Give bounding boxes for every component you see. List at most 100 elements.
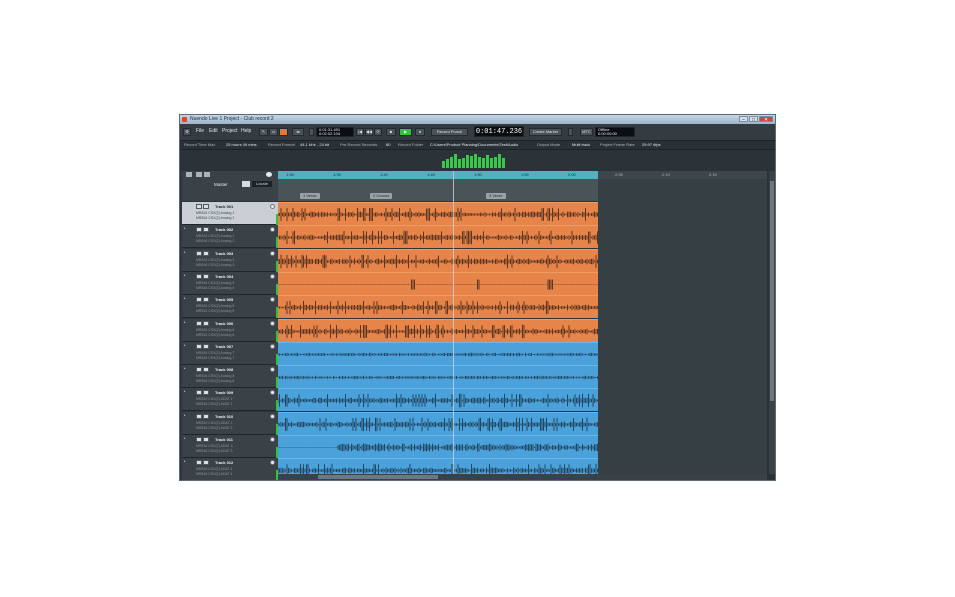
mute-icon[interactable] — [196, 251, 202, 256]
pointer-tool-icon[interactable]: ↖ — [259, 128, 268, 136]
minimize-button[interactable]: – — [739, 116, 748, 123]
audio-event[interactable] — [278, 435, 598, 458]
track-expand-icon[interactable]: ▸ — [184, 343, 193, 347]
track-expand-icon[interactable]: ▸ — [184, 296, 193, 300]
track-header[interactable]: ▸ Track 010 MR816 CSX(2) ADAT 2 MR816 CSX(2… — [182, 412, 278, 435]
stop-icon[interactable]: ■ — [386, 128, 396, 136]
rewind-icon[interactable]: ◀◀ — [365, 128, 373, 136]
track-expand-icon[interactable]: ▸ — [184, 226, 193, 230]
record-punch-button[interactable]: Record Punch — [431, 128, 468, 136]
record-enable-icon[interactable] — [270, 437, 275, 442]
monitor-icon[interactable] — [203, 437, 209, 442]
mute-icon[interactable] — [196, 204, 202, 209]
track-header[interactable]: ▸ Track 012 MR816 CSX(2) ADAT 4 MR816 CSX(2… — [182, 458, 278, 480]
track-header[interactable]: ▸ Track 008 MR816 CSX(2) Analog 8 MR816 CSX… — [182, 365, 278, 388]
track-header[interactable]: ▸ Track 001 MR816 CSX(2) Analog 1 MR816 CSX… — [182, 202, 278, 225]
record-all-icon[interactable] — [266, 172, 272, 177]
expand-icon[interactable] — [186, 172, 192, 177]
monitor-icon[interactable] — [203, 227, 209, 232]
horizontal-scroll-thumb[interactable] — [318, 475, 438, 479]
range-tool-icon[interactable]: ▭ — [269, 128, 278, 136]
horizontal-scrollbar[interactable] — [278, 474, 767, 480]
vertical-scroll-thumb[interactable] — [770, 181, 774, 401]
mute-icon[interactable] — [196, 414, 202, 419]
cycle-icon[interactable]: ⟳ — [374, 128, 382, 136]
mute-icon[interactable] — [196, 344, 202, 349]
settings-gear-icon[interactable]: ⚙ — [183, 128, 191, 136]
close-button[interactable]: ✕ — [759, 116, 773, 123]
audio-event[interactable] — [278, 225, 598, 248]
track-header[interactable]: ▸ Track 007 MR816 CSX(2) Analog 7 MR816 CSX… — [182, 342, 278, 365]
record-enable-icon[interactable] — [270, 344, 275, 349]
filter-icon[interactable] — [196, 172, 202, 177]
menu-file[interactable]: File — [196, 127, 204, 136]
audio-event[interactable] — [278, 202, 598, 225]
track-expand-icon[interactable]: ▸ — [184, 459, 193, 463]
audio-event[interactable] — [278, 388, 598, 411]
track-expand-icon[interactable]: ▸ — [184, 273, 193, 277]
record-enable-icon[interactable] — [270, 251, 275, 256]
monitor-icon[interactable] — [203, 321, 209, 326]
go-to-start-icon[interactable]: |◀ — [356, 128, 364, 136]
record-enable-icon[interactable] — [270, 297, 275, 302]
track-header[interactable]: ▸ Track 006 MR816 CSX(2) Analog 6 MR816 CSX… — [182, 319, 278, 342]
vertical-scrollbar[interactable] — [769, 171, 775, 474]
mute-icon[interactable] — [196, 227, 202, 232]
track-header[interactable]: ▸ Track 011 MR816 CSX(2) ADAT 3 MR816 CSX(2… — [182, 435, 278, 458]
record-enable-icon[interactable] — [270, 321, 275, 326]
record-enable-icon[interactable] — [270, 367, 275, 372]
record-icon[interactable]: ● — [415, 128, 425, 136]
mute-icon[interactable] — [196, 274, 202, 279]
maximize-button[interactable]: □ — [749, 116, 758, 123]
mute-icon[interactable] — [196, 460, 202, 465]
monitor-icon[interactable] — [203, 204, 209, 209]
track-header[interactable]: ▸ Track 003 MR816 CSX(2) Analog 3 MR816 CSX… — [182, 249, 278, 272]
marker-arrow-icon[interactable] — [568, 128, 573, 136]
snap-icon[interactable]: ⇆ — [292, 128, 304, 136]
menu-edit[interactable]: Edit — [209, 127, 218, 136]
mute-icon[interactable] — [196, 367, 202, 372]
track-header[interactable]: ▸ Track 002 MR816 CSX(2) Analog 2 MR816 CSX… — [182, 225, 278, 248]
record-enable-icon[interactable] — [270, 204, 275, 209]
monitor-icon[interactable] — [203, 274, 209, 279]
master-icon[interactable] — [242, 181, 250, 187]
record-enable-icon[interactable] — [270, 460, 275, 465]
view-icon[interactable] — [204, 172, 210, 177]
menu-project[interactable]: Project — [222, 127, 238, 136]
record-enable-icon[interactable] — [270, 274, 275, 279]
marker-label[interactable]: 2 Chorus — [370, 193, 393, 199]
record-enable-icon[interactable] — [270, 390, 275, 395]
mute-icon[interactable] — [196, 437, 202, 442]
record-enable-icon[interactable] — [270, 414, 275, 419]
track-header[interactable]: ▸ Track 009 MR816 CSX(2) ADAT 1 MR816 CSX(2… — [182, 388, 278, 411]
track-expand-icon[interactable]: ▸ — [184, 250, 193, 254]
monitor-icon[interactable] — [203, 297, 209, 302]
monitor-icon[interactable] — [203, 367, 209, 372]
track-expand-icon[interactable]: ▸ — [184, 413, 193, 417]
track-expand-icon[interactable]: ▸ — [184, 203, 193, 207]
audio-event[interactable] — [278, 295, 598, 318]
mtc-button[interactable]: MTC — [580, 128, 593, 136]
audio-event[interactable] — [278, 342, 598, 365]
audio-event[interactable] — [278, 249, 598, 272]
track-header[interactable]: ▸ Track 004 MR816 CSX(2) Analog 4 MR816 CSX… — [182, 272, 278, 295]
track-expand-icon[interactable]: ▸ — [184, 436, 193, 440]
monitor-icon[interactable] — [203, 251, 209, 256]
audio-event[interactable] — [278, 272, 598, 295]
mute-icon[interactable] — [196, 297, 202, 302]
monitor-icon[interactable] — [203, 344, 209, 349]
playhead-cursor[interactable] — [453, 171, 454, 474]
menu-help[interactable]: Help — [241, 127, 251, 136]
audio-event[interactable] — [278, 319, 598, 342]
audio-event[interactable] — [278, 412, 598, 435]
lock-icon[interactable] — [309, 128, 314, 136]
monitor-icon[interactable] — [203, 390, 209, 395]
play-icon[interactable]: ▶ — [399, 128, 412, 136]
track-header[interactable]: ▸ Track 005 MR816 CSX(2) Analog 5 MR816 CSX… — [182, 295, 278, 318]
track-expand-icon[interactable]: ▸ — [184, 389, 193, 393]
locate-dropdown[interactable]: Locate — [252, 181, 272, 187]
create-marker-button[interactable]: Create Marker — [529, 128, 562, 136]
marker-label[interactable]: 1 Verse — [300, 193, 320, 199]
record-enable-icon[interactable] — [270, 227, 275, 232]
mute-icon[interactable] — [196, 390, 202, 395]
